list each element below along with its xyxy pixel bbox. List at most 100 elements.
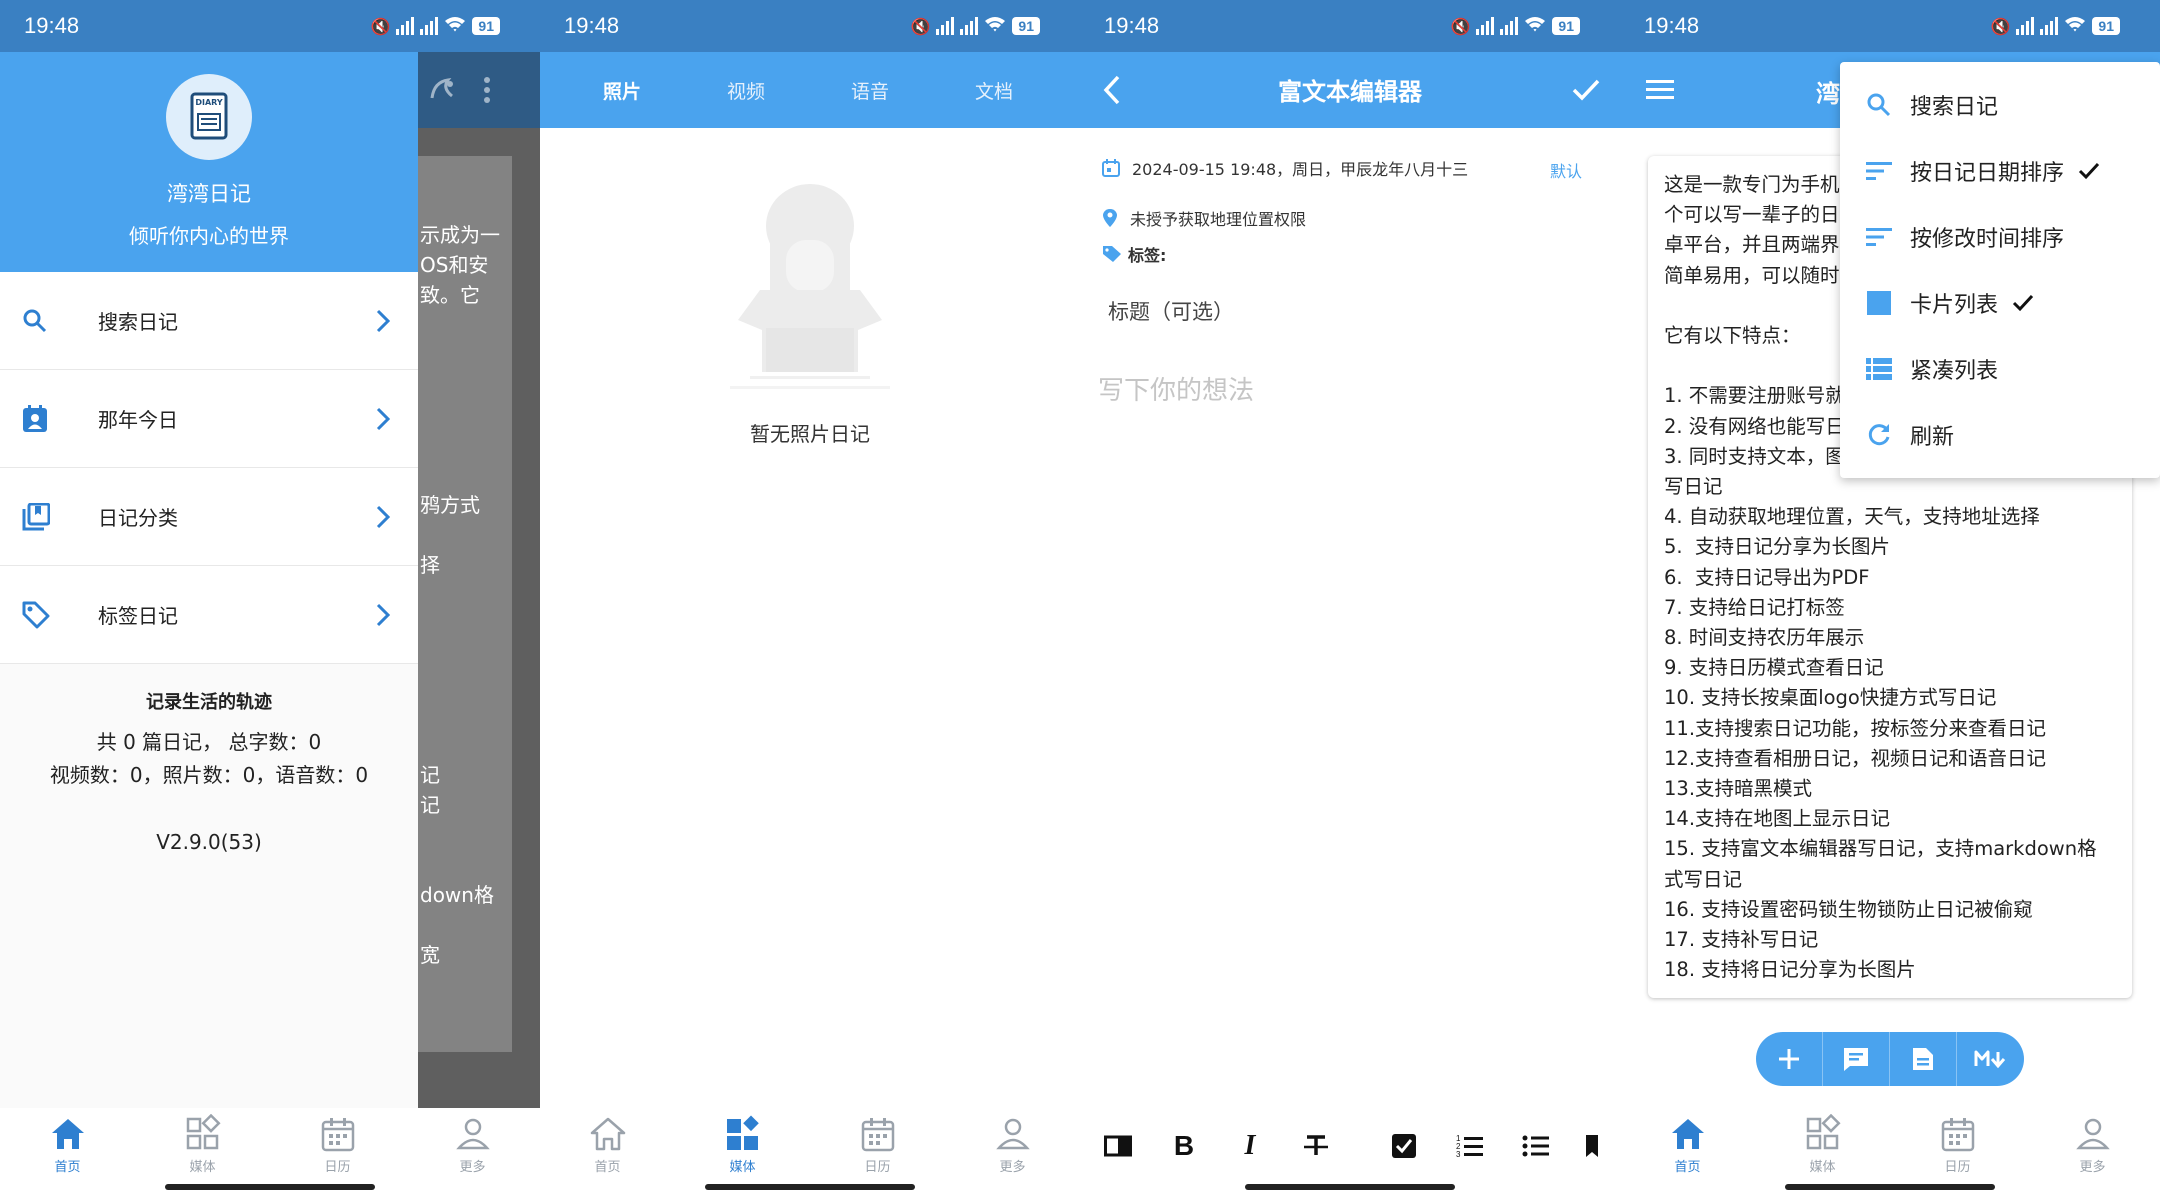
status-icons: 🔇 91 bbox=[1451, 14, 1580, 38]
theme-icon bbox=[430, 78, 453, 99]
drawer-header: DIARY 湾湾日记 倾听你内心的世界 bbox=[0, 52, 418, 272]
nav-label: 首页 bbox=[1674, 1160, 1701, 1175]
nav-calendar[interactable]: 日历 bbox=[270, 1108, 405, 1176]
gesture-bar bbox=[1785, 1184, 1995, 1190]
nav-more[interactable]: 更多 bbox=[405, 1108, 540, 1176]
menu-item-compact-list[interactable]: 紧凑列表 bbox=[1840, 336, 2160, 402]
add-chat-note-button[interactable] bbox=[1823, 1032, 1890, 1086]
nav-media[interactable]: 媒体 bbox=[1755, 1108, 1890, 1176]
search-icon bbox=[1867, 93, 1891, 117]
drawer-item-category[interactable]: 日记分类 bbox=[0, 468, 418, 566]
bookmark-button[interactable] bbox=[1572, 1124, 1612, 1168]
add-markdown-button[interactable] bbox=[1957, 1032, 2024, 1086]
drawer-item-tags[interactable]: 标签日记 bbox=[0, 566, 418, 664]
menu-item-sort-by-date[interactable]: 按日记日期排序 bbox=[1840, 138, 2160, 204]
add-icon bbox=[1779, 1049, 1799, 1069]
status-time: 19:48 bbox=[564, 13, 620, 38]
split-view-button[interactable] bbox=[1098, 1124, 1138, 1168]
date-row[interactable]: 2024-09-15 19:48，周日，甲辰龙年八月十三 bbox=[1102, 156, 1468, 180]
nav-label: 媒体 bbox=[729, 1160, 756, 1175]
drawer-item-search[interactable]: 搜索日记 bbox=[0, 272, 418, 370]
bullet-list-button[interactable] bbox=[1516, 1124, 1556, 1168]
body-input[interactable]: 写下你的想法 bbox=[1098, 370, 1254, 407]
media-tab-bar: 照片 视频 语音 文档 bbox=[540, 52, 1080, 128]
ordered-list-icon: 123 bbox=[1456, 1134, 1483, 1159]
bold-icon: B bbox=[1173, 1130, 1195, 1161]
mute-icon: 🔇 bbox=[1990, 16, 2011, 36]
menu-item-sort-by-modified[interactable]: 按修改时间排序 bbox=[1840, 204, 2160, 270]
menu-item-refresh[interactable]: 刷新 bbox=[1840, 402, 2160, 468]
calendar-icon bbox=[321, 1118, 354, 1152]
menu-item-search[interactable]: 搜索日记 bbox=[1840, 72, 2160, 138]
italic-icon: I bbox=[1244, 1130, 1256, 1161]
sort-icon bbox=[1866, 162, 1892, 180]
add-document-button[interactable] bbox=[1890, 1032, 1957, 1086]
widgets-icon bbox=[726, 1115, 759, 1150]
status-icons: 🔇 91 bbox=[371, 14, 500, 38]
menu-item-label: 按修改时间排序 bbox=[1910, 227, 2065, 252]
menu-item-card-list[interactable]: 卡片列表 bbox=[1840, 270, 2160, 336]
nav-more[interactable]: 更多 bbox=[2025, 1108, 2160, 1176]
drawer-item-this-day[interactable]: 那年今日 bbox=[0, 370, 418, 468]
nav-calendar[interactable]: 日历 bbox=[810, 1108, 945, 1176]
nav-calendar[interactable]: 日历 bbox=[1890, 1108, 2025, 1176]
nav-media[interactable]: 媒体 bbox=[675, 1108, 810, 1176]
nav-home[interactable]: 首页 bbox=[1620, 1108, 1755, 1176]
italic-button[interactable]: I bbox=[1230, 1124, 1270, 1168]
nav-media[interactable]: 媒体 bbox=[135, 1108, 270, 1176]
signal-icon-2 bbox=[960, 17, 979, 35]
check-icon[interactable] bbox=[1572, 78, 1600, 102]
stats-counts: 共 0 篇日记， 总字数：0 bbox=[96, 730, 322, 754]
nav-home[interactable]: 首页 bbox=[0, 1108, 135, 1176]
wifi-icon bbox=[984, 15, 1006, 37]
bold-button[interactable]: B bbox=[1164, 1124, 1204, 1168]
location-text: 未授予获取地理位置权限 bbox=[1130, 210, 1307, 229]
stats-section: 记录生活的轨迹 共 0 篇日记， 总字数：0 视频数：0，照片数：0，语音数：0… bbox=[0, 688, 418, 854]
nav-label: 日历 bbox=[324, 1160, 351, 1175]
tab-video[interactable]: 视频 bbox=[684, 77, 808, 104]
app-slogan: 倾听你内心的世界 bbox=[129, 224, 289, 248]
chevron-right-icon bbox=[376, 309, 390, 332]
editor-screen: 19:48 🔇 91 富文本编辑器 2024-09-15 19:48，周日，甲辰… bbox=[1080, 0, 1620, 1200]
battery-icon: 91 bbox=[1012, 17, 1040, 35]
tag-icon bbox=[22, 601, 50, 628]
status-bar: 19:48 🔇 91 bbox=[540, 0, 1080, 52]
tab-document[interactable]: 文档 bbox=[932, 77, 1056, 104]
signal-icon bbox=[2016, 17, 2035, 35]
ordered-list-button[interactable]: 123 bbox=[1450, 1124, 1490, 1168]
nav-home[interactable]: 首页 bbox=[540, 1108, 675, 1176]
tab-audio[interactable]: 语音 bbox=[808, 77, 932, 104]
menu-item-label: 按日记日期排序 bbox=[1910, 161, 2065, 186]
mute-icon: 🔇 bbox=[910, 16, 931, 36]
status-bar: 19:48 🔇 91 bbox=[1080, 0, 1620, 52]
chat-note-icon bbox=[1844, 1048, 1868, 1071]
chevron-right-icon bbox=[376, 407, 390, 430]
status-icons: 🔇 91 bbox=[1990, 14, 2120, 38]
strikethrough-button[interactable] bbox=[1296, 1124, 1336, 1168]
drawer-item-label: 标签日记 bbox=[98, 604, 178, 628]
navigation-drawer: DIARY 湾湾日记 倾听你内心的世界 搜索日记 那年今日 日记分类 标签日记 … bbox=[0, 52, 418, 1108]
signal-icon bbox=[936, 17, 955, 35]
markdown-icon bbox=[1974, 1050, 2005, 1069]
gesture-bar bbox=[1245, 1184, 1455, 1190]
location-row[interactable]: 未授予获取地理位置权限 bbox=[1102, 206, 1306, 230]
menu-icon[interactable] bbox=[1646, 78, 1674, 100]
title-input[interactable]: 标题（可选） bbox=[1108, 296, 1234, 326]
add-note-button[interactable] bbox=[1756, 1032, 1823, 1086]
tags-row[interactable]: 标签: bbox=[1102, 242, 1166, 266]
home-icon bbox=[590, 1117, 625, 1151]
drawer-item-label: 那年今日 bbox=[98, 408, 178, 432]
checkbox-button[interactable] bbox=[1384, 1124, 1424, 1168]
tab-photo[interactable]: 照片 bbox=[560, 77, 684, 104]
nav-more[interactable]: 更多 bbox=[945, 1108, 1080, 1176]
dimmed-background[interactable]: 示成为一 OS和安 致。它 鸦方式 择 记 记 down格 宽 bbox=[418, 52, 540, 1108]
options-popup-menu: 搜索日记 按日记日期排序 按修改时间排序 卡片列表 紧凑列表 刷新 bbox=[1840, 62, 2160, 478]
calendar-icon bbox=[1941, 1118, 1974, 1152]
nav-label: 日历 bbox=[864, 1160, 891, 1175]
wifi-icon bbox=[1524, 15, 1546, 37]
chevron-right-icon bbox=[376, 505, 390, 528]
battery-icon: 91 bbox=[1552, 17, 1580, 35]
category-default[interactable]: 默认 bbox=[1550, 158, 1582, 182]
date-text: 2024-09-15 19:48，周日，甲辰龙年八月十三 bbox=[1132, 160, 1469, 179]
checkmark-icon bbox=[2078, 162, 2100, 180]
